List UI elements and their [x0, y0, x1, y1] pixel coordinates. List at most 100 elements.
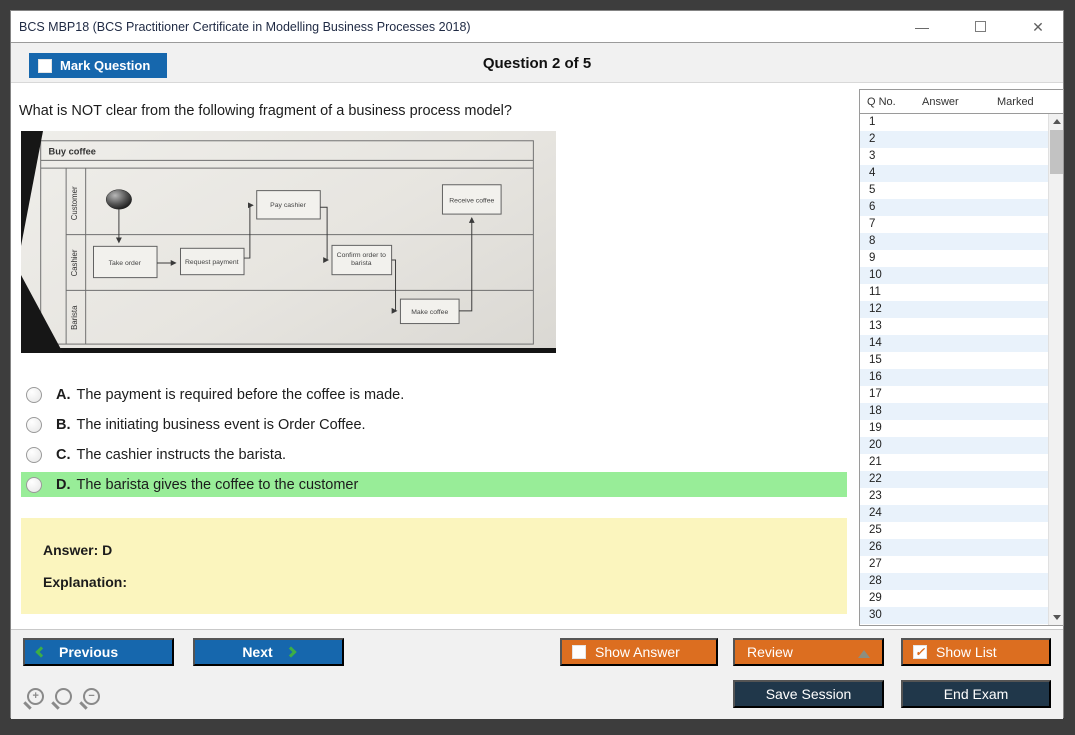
question-list-row[interactable]: 22 [860, 471, 1048, 488]
option-radio[interactable] [26, 477, 42, 493]
question-list-row[interactable]: 10 [860, 267, 1048, 284]
option-row-A[interactable]: A.The payment is required before the cof… [21, 382, 404, 407]
question-list-row[interactable]: 18 [860, 403, 1048, 420]
next-button[interactable]: Next [193, 638, 344, 666]
question-list-row[interactable]: 15 [860, 352, 1048, 369]
question-list-row[interactable]: 5 [860, 182, 1048, 199]
question-number: 22 [869, 473, 882, 485]
question-number: 12 [869, 303, 882, 315]
show-list-checkbox[interactable]: ✓ [913, 645, 927, 659]
column-header-qno: Q No. [860, 96, 922, 108]
question-number: 26 [869, 541, 882, 553]
question-list-row[interactable]: 21 [860, 454, 1048, 471]
question-number: 10 [869, 269, 882, 281]
question-list-row[interactable]: 9 [860, 250, 1048, 267]
previous-button[interactable]: Previous [23, 638, 174, 666]
chevron-left-icon [35, 646, 46, 657]
option-text: The initiating business event is Order C… [77, 417, 366, 433]
save-session-button[interactable]: Save Session [733, 680, 884, 708]
scroll-up-icon[interactable] [1049, 114, 1064, 129]
scrollbar-thumb[interactable] [1050, 130, 1063, 174]
zoom-reset-icon[interactable] [55, 688, 72, 705]
show-answer-button[interactable]: Show Answer [560, 638, 718, 666]
review-dropdown[interactable]: Review [733, 638, 884, 666]
question-list-row[interactable]: 14 [860, 335, 1048, 352]
question-list-scrollbar[interactable] [1048, 114, 1063, 625]
question-number: 7 [869, 218, 875, 230]
question-list-row[interactable]: 16 [860, 369, 1048, 386]
question-list-row[interactable]: 26 [860, 539, 1048, 556]
end-exam-label: End Exam [944, 686, 1009, 702]
question-list-row[interactable]: 24 [860, 505, 1048, 522]
question-list-row[interactable]: 28 [860, 573, 1048, 590]
show-answer-checkbox[interactable] [572, 645, 586, 659]
question-number: 20 [869, 439, 882, 451]
chevron-up-icon [858, 650, 870, 658]
question-number: 18 [869, 405, 882, 417]
question-number: 29 [869, 592, 882, 604]
question-number: 30 [869, 609, 882, 621]
zoom-in-icon[interactable]: + [27, 688, 44, 705]
question-number: 15 [869, 354, 882, 366]
start-event [106, 190, 131, 210]
question-number: 16 [869, 371, 882, 383]
question-list-row[interactable]: 6 [860, 199, 1048, 216]
question-number: 19 [869, 422, 882, 434]
question-list-row[interactable]: 11 [860, 284, 1048, 301]
question-list-row[interactable]: 19 [860, 420, 1048, 437]
question-list-row[interactable]: 13 [860, 318, 1048, 335]
close-icon[interactable]: ✕ [1027, 19, 1049, 36]
show-list-button[interactable]: ✓ Show List [901, 638, 1051, 666]
question-number: 3 [869, 150, 875, 162]
flow-pay-cashier-to-confirm-order [320, 207, 328, 260]
option-radio[interactable] [26, 417, 42, 433]
question-list-row[interactable]: 2 [860, 131, 1048, 148]
mark-question-checkbox[interactable] [38, 59, 52, 73]
question-list-row[interactable]: 25 [860, 522, 1048, 539]
question-list-row[interactable]: 29 [860, 590, 1048, 607]
question-number: 27 [869, 558, 882, 570]
option-row-C[interactable]: C.The cashier instructs the barista. [21, 442, 286, 467]
question-number: 1 [869, 116, 875, 128]
zoom-out-icon[interactable]: − [83, 688, 100, 705]
option-radio[interactable] [26, 387, 42, 403]
task-label: Take order [109, 260, 142, 267]
scroll-down-icon[interactable] [1049, 610, 1064, 625]
option-radio[interactable] [26, 447, 42, 463]
review-label: Review [747, 644, 793, 660]
question-list-row[interactable]: 30 [860, 607, 1048, 624]
question-list-row[interactable]: 3 [860, 148, 1048, 165]
question-number: 9 [869, 252, 875, 264]
question-list-row[interactable]: 23 [860, 488, 1048, 505]
question-list-row[interactable]: 12 [860, 301, 1048, 318]
end-exam-button[interactable]: End Exam [901, 680, 1051, 708]
option-letter: B. [56, 417, 71, 433]
question-number: 8 [869, 235, 875, 247]
next-label: Next [242, 644, 272, 660]
option-row-D[interactable]: D.The barista gives the coffee to the cu… [21, 472, 847, 497]
option-letter: C. [56, 447, 71, 463]
question-number: 25 [869, 524, 882, 536]
show-answer-label: Show Answer [595, 644, 680, 660]
option-row-B[interactable]: B. The initiating business event is Order… [21, 412, 366, 437]
question-list-row[interactable]: 17 [860, 386, 1048, 403]
mark-question-button[interactable]: Mark Question [29, 53, 167, 78]
maximize-icon[interactable] [969, 19, 991, 35]
question-list-row[interactable]: 1 [860, 114, 1048, 131]
task-label: Receive coffee [449, 197, 494, 204]
question-list-body: 1234567891011121314151617181920212223242… [860, 114, 1048, 625]
explanation-label: Explanation: [43, 574, 127, 590]
task-label: Make coffee [411, 309, 448, 316]
question-number: 14 [869, 337, 882, 349]
question-list-row[interactable]: 4 [860, 165, 1048, 182]
chevron-right-icon [285, 646, 296, 657]
question-list-row[interactable]: 7 [860, 216, 1048, 233]
task-label: Request payment [185, 259, 239, 266]
question-number: 23 [869, 490, 882, 502]
question-list-row[interactable]: 20 [860, 437, 1048, 454]
zoom-controls: + − [27, 688, 100, 705]
question-list-row[interactable]: 8 [860, 233, 1048, 250]
minimize-icon[interactable]: — [911, 19, 933, 35]
question-list-row[interactable]: 27 [860, 556, 1048, 573]
question-header-bar: Question 2 of 5 Mark Question [11, 43, 1063, 83]
